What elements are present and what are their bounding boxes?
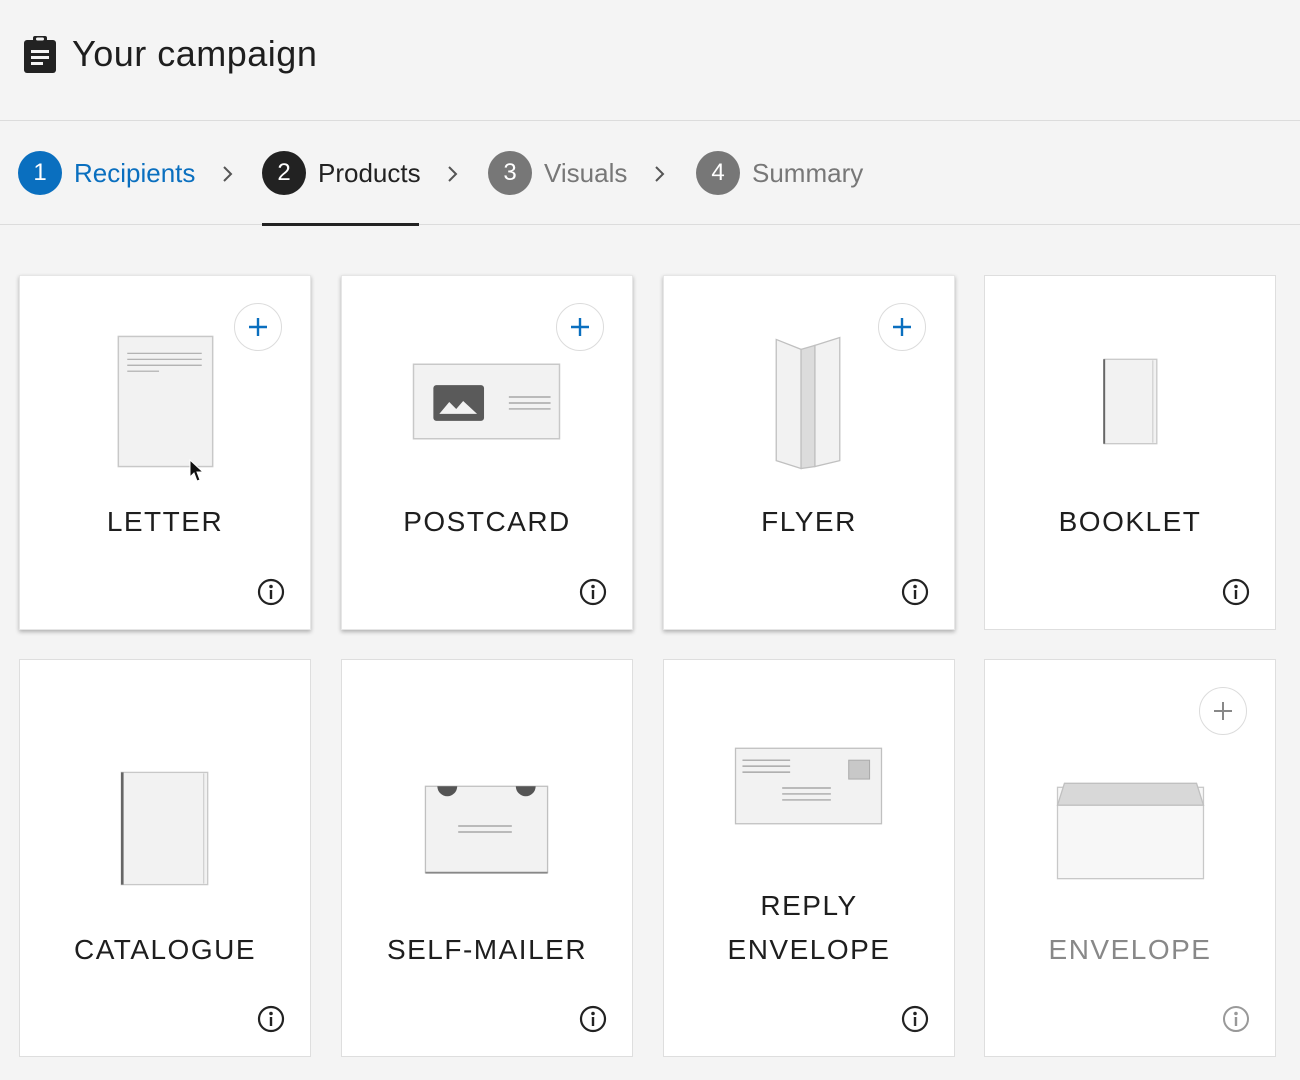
letter-illustration	[117, 335, 214, 468]
info-icon[interactable]	[1221, 1004, 1251, 1034]
postcard-illustration	[412, 363, 561, 440]
product-name: LETTER	[106, 506, 224, 537]
reply-envelope-illustration	[734, 747, 883, 825]
step-number: 1	[18, 151, 62, 195]
page-header: Your campaign	[0, 0, 1300, 121]
product-card-self-mailer[interactable]: SELF-MAILER	[341, 659, 633, 1057]
product-name: FLYER	[761, 506, 857, 537]
plus-icon	[1214, 702, 1232, 720]
step-label: Visuals	[544, 157, 628, 188]
product-name: BOOKLET	[1058, 506, 1202, 537]
product-name-line2: ENVELOPE	[727, 934, 891, 965]
product-name: ENVELOPE	[1048, 934, 1212, 965]
info-icon[interactable]	[256, 1004, 286, 1034]
add-postcard-button[interactable]	[556, 303, 604, 351]
chevron-right-icon	[448, 166, 458, 182]
envelope-illustration	[1056, 782, 1205, 880]
info-icon[interactable]	[578, 577, 608, 607]
add-envelope-button[interactable]	[1199, 687, 1247, 735]
step-label: Products	[318, 157, 421, 188]
info-icon[interactable]	[900, 577, 930, 607]
product-name-line1: REPLY	[760, 890, 858, 921]
step-summary[interactable]: 4 Summary	[696, 151, 863, 195]
product-card-letter[interactable]: LETTER	[19, 275, 311, 630]
catalogue-illustration	[120, 771, 209, 886]
step-visuals[interactable]: 3 Visuals	[488, 151, 627, 195]
product-card-envelope[interactable]: ENVELOPE	[984, 659, 1276, 1057]
product-name: POSTCARD	[403, 506, 571, 537]
step-recipients[interactable]: 1 Recipients	[18, 151, 195, 195]
product-name: CATALOGUE	[73, 934, 257, 965]
chevron-right-icon	[655, 166, 665, 182]
product-card-catalogue[interactable]: CATALOGUE	[19, 659, 311, 1057]
info-icon[interactable]	[900, 1004, 930, 1034]
product-card-reply-envelope[interactable]: REPLY ENVELOPE	[663, 659, 955, 1057]
plus-icon	[571, 318, 589, 336]
flyer-illustration	[775, 336, 841, 470]
step-number: 2	[262, 151, 306, 195]
active-step-indicator	[262, 223, 419, 226]
step-label: Summary	[752, 157, 864, 188]
step-number: 3	[488, 151, 532, 195]
page-title: Your campaign	[72, 33, 318, 74]
product-card-flyer[interactable]: FLYER	[663, 275, 955, 630]
self-mailer-illustration	[424, 785, 549, 874]
clipboard-icon	[24, 36, 56, 73]
step-number: 4	[696, 151, 740, 195]
product-card-postcard[interactable]: POSTCARD	[341, 275, 633, 630]
info-icon[interactable]	[578, 1004, 608, 1034]
product-card-booklet[interactable]: BOOKLET	[984, 275, 1276, 630]
chevron-right-icon	[223, 166, 233, 182]
step-navigation: 1 Recipients 2 Products 3 Visuals 4 Summ…	[0, 121, 1300, 226]
step-products[interactable]: 2 Products	[262, 151, 421, 195]
product-name: SELF-MAILER	[386, 934, 588, 965]
info-icon[interactable]	[1221, 577, 1251, 607]
booklet-illustration	[1103, 358, 1158, 445]
info-icon[interactable]	[256, 577, 286, 607]
step-label: Recipients	[74, 157, 196, 188]
